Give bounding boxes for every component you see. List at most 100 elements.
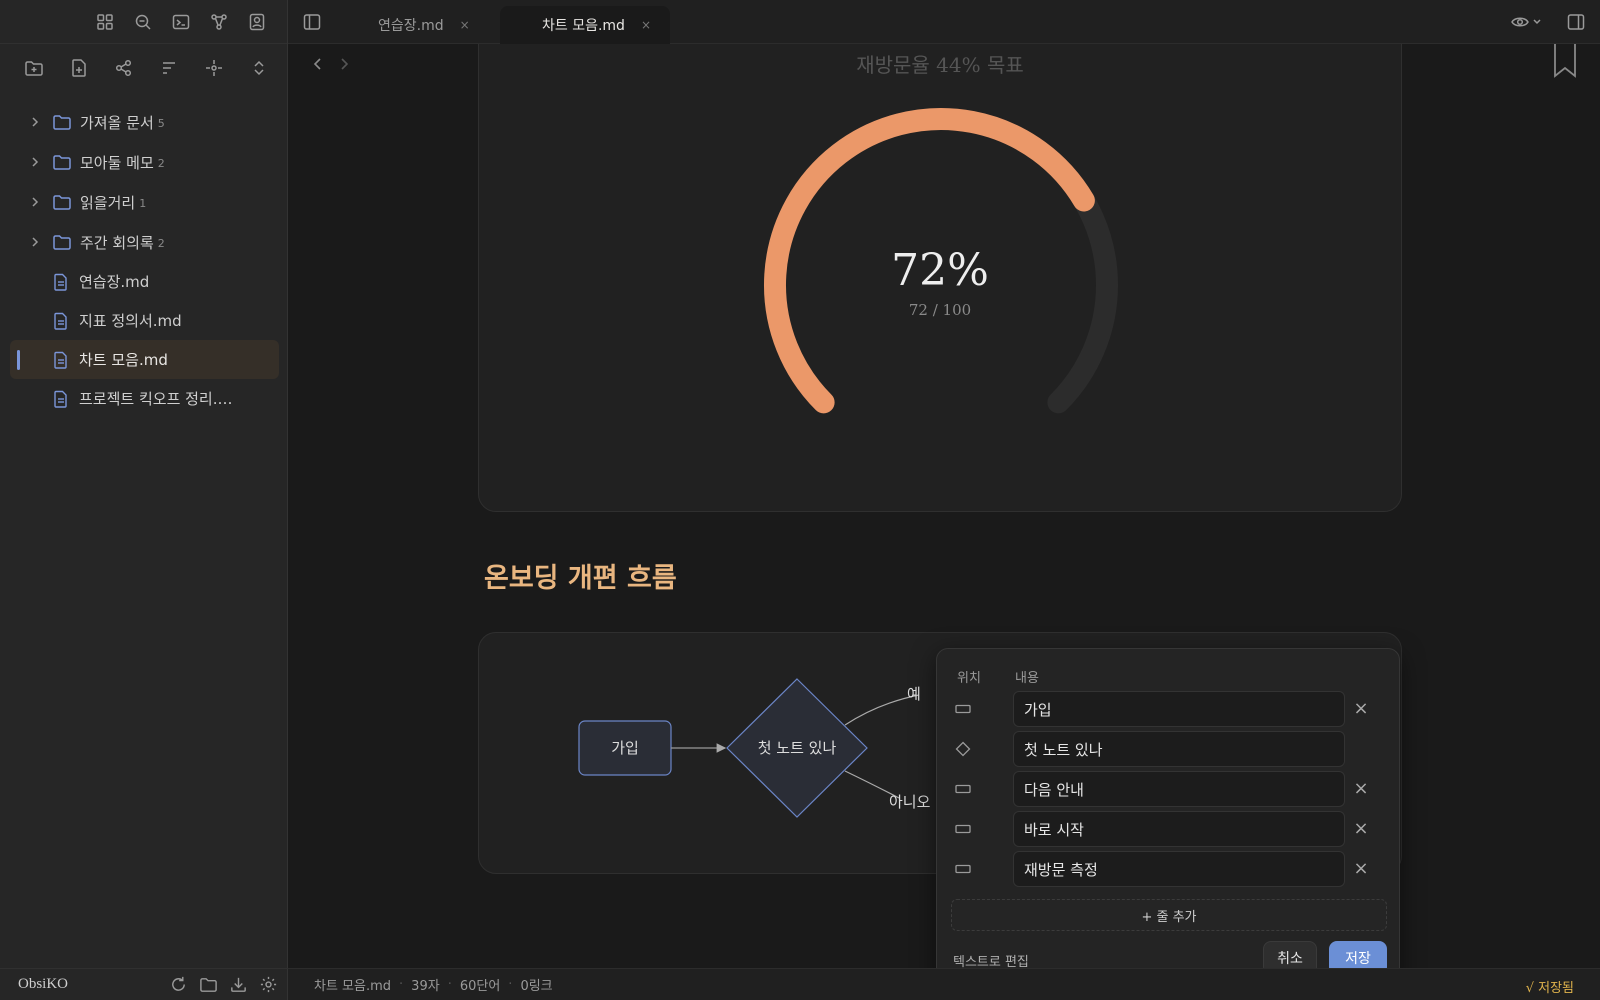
reading-view-icon[interactable] [1510,12,1544,32]
column-header-content: 내용 [1015,671,1039,686]
tab-close-icon[interactable]: × [460,18,470,32]
node-row: × [937,811,1401,847]
focus-icon[interactable] [204,58,224,78]
folder-count: 1 [139,197,147,210]
gauge-value: 72% [891,245,989,296]
status-bar: 차트 모음.md · 39자 · 60단어 · 0링크 √ 저장됨 [288,968,1600,1000]
folder-open-icon[interactable] [199,975,218,994]
folder-label: 모아둘 메모 [80,153,154,172]
file-icon [54,273,67,291]
file-icon [54,390,67,408]
delete-row-icon[interactable]: × [1351,859,1371,879]
tab-close-icon[interactable]: × [641,18,651,32]
graph-view-icon[interactable] [114,58,134,78]
flowchart-edit-panel: 위치 내용 × × × × + 줄 추가 텍스트로 편집 취소 [936,648,1400,988]
gauge-title: 재방문율 44% 목표 [856,53,1024,77]
node-text-input[interactable] [1013,771,1345,807]
file-item[interactable]: 지표 정의서.md [10,301,279,340]
saved-indicator: √ 저장됨 [1525,981,1574,996]
file-label: 연습장.md [79,273,150,291]
file-explorer-sidebar: 가져올 문서 5 모아둘 메모 2 읽을거리 1 주간 회의록 2 연습장.md [0,0,288,1000]
tab-label: 차트 모음.md [542,18,625,34]
node-text-input[interactable] [1013,731,1345,767]
delete-row-icon[interactable]: × [1351,699,1371,719]
file-item[interactable]: 프로젝트 킥오프 정리.… [10,379,279,418]
bookmark-icon[interactable] [1552,44,1578,78]
right-sidebar-toggle-icon[interactable] [1566,12,1586,32]
folder-count: 2 [157,157,165,170]
folder-icon [53,235,71,250]
tab-practice[interactable]: 연습장.md × [378,6,470,44]
chevron-right-icon [32,157,39,167]
download-icon[interactable] [229,975,248,994]
tab-label: 연습장.md [378,18,444,34]
ribbon-toolbar [0,0,287,44]
status-link-count: 0링크 [520,979,553,994]
section-heading: 온보딩 개편 흐름 [484,563,677,594]
search-icon[interactable] [133,12,153,32]
node-text-input[interactable] [1013,691,1345,727]
settings-icon[interactable] [259,975,278,994]
folder-item[interactable]: 모아둘 메모 2 [10,142,279,182]
new-folder-icon[interactable] [24,58,44,78]
sort-icon[interactable] [159,58,179,78]
file-icon [54,312,67,330]
folder-icon [53,195,71,210]
profile-icon[interactable] [247,12,267,32]
refresh-icon[interactable] [169,975,188,994]
folder-count: 5 [157,117,165,130]
folder-label: 주간 회의록 [80,233,154,252]
folder-label: 읽을거리 [80,193,136,212]
status-separator: · [447,977,452,992]
graph-icon[interactable] [209,12,229,32]
file-item[interactable]: 연습장.md [10,262,279,301]
active-indicator [17,350,20,370]
add-row-button[interactable]: + 줄 추가 [951,899,1387,931]
flow-edge-no-label: 아니오 [889,793,931,811]
node-text-input[interactable] [1013,851,1345,887]
expand-collapse-icon[interactable] [249,58,269,78]
gauge-card: 재방문율 44% 목표 72% 72 / 100 [478,44,1402,512]
folder-item[interactable]: 읽을거리 1 [10,182,279,222]
rectangle-shape-icon[interactable] [955,701,971,717]
node-row [937,731,1401,767]
dashboard-icon[interactable] [95,12,115,32]
folder-label: 가져올 문서 [80,113,154,132]
folder-icon [53,115,71,130]
status-separator: · [399,977,404,992]
delete-row-icon[interactable]: × [1351,819,1371,839]
folder-count: 2 [157,237,165,250]
rectangle-shape-icon[interactable] [955,781,971,797]
flow-node-signup-label: 가입 [611,739,639,757]
tab-chart-collection[interactable]: 차트 모음.md × [500,6,670,44]
diamond-shape-icon[interactable] [955,741,971,757]
vault-name[interactable]: ObsiKO [18,976,169,993]
status-separator: · [508,977,513,992]
file-item-active[interactable]: 차트 모음.md [10,340,279,379]
status-word-count: 60단어 [459,979,501,994]
file-label: 프로젝트 킥오프 정리.… [79,390,233,408]
delete-row-icon[interactable]: × [1351,779,1371,799]
file-tree: 가져올 문서 5 모아둘 메모 2 읽을거리 1 주간 회의록 2 연습장.md [0,92,287,418]
terminal-icon[interactable] [171,12,191,32]
new-note-icon[interactable] [69,58,89,78]
tab-bar: 연습장.md × 차트 모음.md × [288,0,1600,44]
folder-item[interactable]: 주간 회의록 2 [10,222,279,262]
folder-icon [53,155,71,170]
vault-bar: ObsiKO [0,968,288,1000]
explorer-actions [0,44,287,92]
forward-arrow-icon[interactable] [336,54,352,74]
rectangle-shape-icon[interactable] [955,821,971,837]
folder-item[interactable]: 가져올 문서 5 [10,102,279,142]
status-char-count: 39자 [411,979,440,994]
file-label: 지표 정의서.md [79,312,182,330]
chevron-right-icon [32,117,39,127]
sidebar-toggle-icon[interactable] [302,12,322,32]
node-row: × [937,851,1401,887]
chevron-right-icon [32,197,39,207]
file-icon [54,351,67,369]
rectangle-shape-icon[interactable] [955,861,971,877]
flow-node-decision-label: 첫 노트 있나 [758,739,837,757]
back-arrow-icon[interactable] [310,54,326,74]
node-text-input[interactable] [1013,811,1345,847]
